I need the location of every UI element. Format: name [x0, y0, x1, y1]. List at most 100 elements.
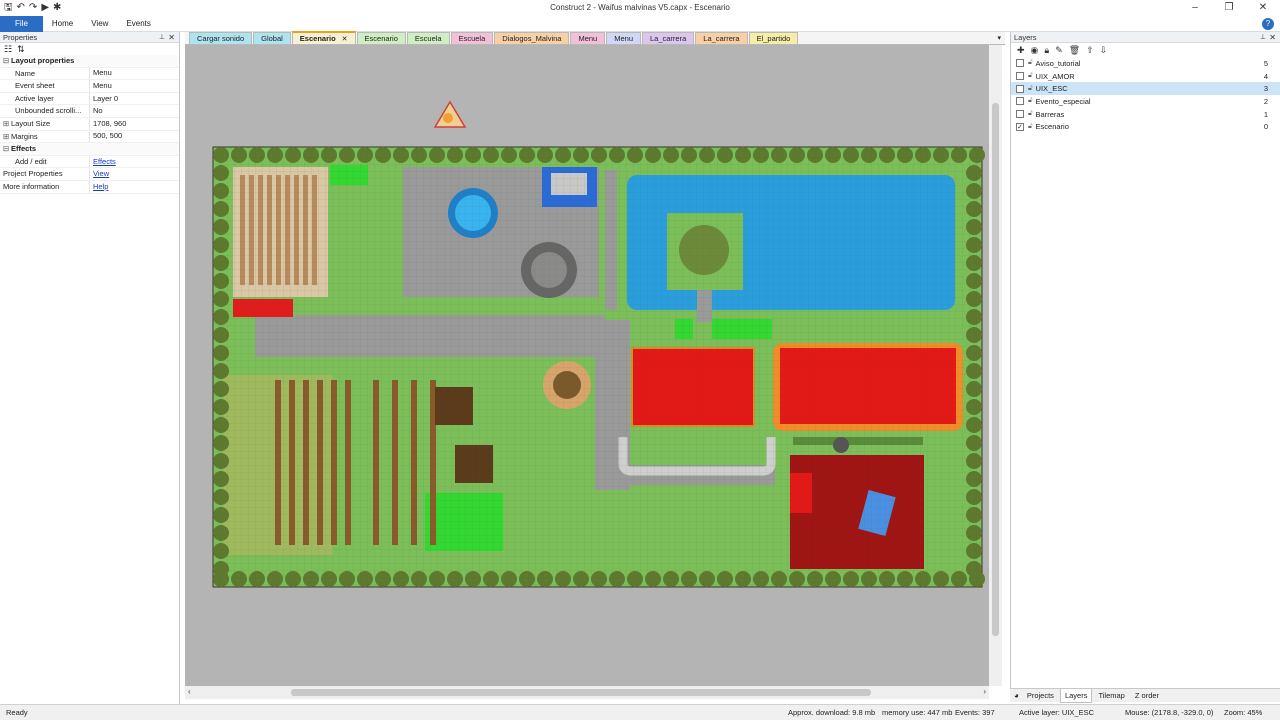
tab-close-icon[interactable]: ✕ — [342, 36, 348, 43]
property-value: 1708, 960 — [93, 118, 127, 128]
undo-icon[interactable]: ↶ — [17, 2, 25, 14]
layer-row[interactable]: 🔓︎ Evento_especial 2 — [1011, 95, 1280, 108]
layer-lock-icon[interactable]: 🔓︎ — [1028, 85, 1033, 93]
layer-visibility-checkbox[interactable] — [1016, 84, 1024, 93]
layer-visibility-checkbox[interactable] — [1016, 110, 1024, 119]
minimize-icon[interactable]: – — [1178, 0, 1212, 16]
property-row[interactable]: Active layer Layer 0 — [0, 92, 179, 106]
layout-tab[interactable]: El_partido — [748, 32, 799, 44]
expand-icon[interactable]: ⊞ — [3, 118, 11, 130]
lock-icon[interactable]: 🔒︎ — [1044, 45, 1049, 56]
property-row[interactable]: Name Menu — [0, 67, 179, 81]
layout-tab[interactable]: Global — [253, 32, 291, 44]
tab-list-dropdown-icon[interactable]: ▾ — [997, 34, 1001, 42]
layer-row[interactable]: ✓ 🔓︎ Escenario 0 — [1011, 120, 1280, 133]
property-key: More information — [3, 181, 60, 191]
layout-tab[interactable]: Dialogos_Malvina — [494, 32, 570, 44]
layout-tab[interactable]: Escuela — [450, 32, 494, 44]
sort-alpha-icon[interactable]: ⇅ — [17, 44, 25, 55]
layer-lock-icon[interactable]: 🔓︎ — [1028, 59, 1033, 67]
layer-row[interactable]: 🔓︎ UIX_ESC 3 — [1011, 82, 1280, 96]
ribbon-tab-events[interactable]: Events — [117, 16, 159, 32]
panel-tab[interactable]: Z order — [1131, 689, 1163, 702]
property-row[interactable]: ⊞ Margins 500, 500 — [0, 130, 179, 144]
layer-row[interactable]: 🔓︎ UIX_AMOR 4 — [1011, 70, 1280, 83]
layer-lock-icon[interactable]: 🔓︎ — [1028, 97, 1033, 105]
property-row[interactable]: Event sheet Menu — [0, 80, 179, 93]
layout-tab[interactable]: Escuela — [406, 32, 450, 44]
flower-sprite — [443, 113, 453, 123]
property-row[interactable]: ⊞ Layout Size 1708, 960 — [0, 117, 179, 131]
panel-tab[interactable]: Layers — [1059, 688, 1093, 703]
ribbon-tab-view[interactable]: View — [82, 16, 117, 32]
property-row[interactable]: Project Properties View — [0, 168, 179, 181]
vertical-scrollbar[interactable] — [989, 45, 1002, 686]
layer-lock-icon[interactable]: 🔓︎ — [1028, 110, 1033, 118]
delete-icon[interactable]: 🗑︎ — [1069, 45, 1080, 56]
property-value: Menu — [93, 68, 112, 78]
layer-row[interactable]: 🔓︎ Aviso_tutorial 5 — [1011, 57, 1280, 70]
ribbon-tab-file[interactable]: File — [0, 15, 43, 32]
close-icon[interactable]: ✕ — [1246, 0, 1280, 16]
collapse-icon[interactable]: ⊟ — [3, 143, 11, 155]
layer-row[interactable]: 🔓︎ Barreras 1 — [1011, 108, 1280, 121]
layer-index: 0 — [1263, 122, 1268, 132]
ribbon-tab-home[interactable]: Home — [43, 16, 82, 32]
debug-icon[interactable]: ✱ — [53, 2, 61, 14]
layer-visibility-checkbox[interactable] — [1016, 72, 1024, 81]
property-row[interactable]: Unbounded scrolli... No — [0, 105, 179, 118]
pin-icon[interactable]: ⊥ — [1260, 32, 1266, 43]
layout-canvas[interactable] — [185, 45, 1002, 686]
property-row[interactable]: More information Help — [0, 180, 179, 194]
collapse-icon[interactable]: ⊟ — [3, 55, 11, 67]
visibility-eye-icon[interactable]: ◉ — [1031, 45, 1039, 56]
horizontal-scroll-thumb[interactable] — [291, 689, 871, 696]
edit-pencil-icon[interactable]: ✎ — [1055, 45, 1063, 56]
horizontal-scrollbar[interactable]: ‹ › — [185, 686, 989, 699]
layers-header: Layers ⊥ ✕ — [1011, 32, 1280, 43]
ribbon: File Home View Events ? — [0, 15, 1280, 32]
expand-icon[interactable]: ⊞ — [3, 131, 11, 143]
layer-visibility-checkbox[interactable]: ✓ — [1016, 122, 1024, 131]
layer-list: 🔓︎ Aviso_tutorial 5 🔓︎ UIX_AMOR 4 🔓︎ UIX_ESC 3 🔓︎… — [1011, 57, 1280, 133]
pin-icon[interactable]: ⊥ — [159, 32, 165, 43]
layer-lock-icon[interactable]: 🔓︎ — [1028, 72, 1033, 80]
layout-tab[interactable]: La_carrera — [642, 32, 695, 44]
panel-tab[interactable]: Projects — [1023, 689, 1058, 702]
property-key: Name — [15, 68, 36, 78]
move-down-icon[interactable]: ⇩ — [1100, 45, 1108, 56]
layout-tab[interactable]: Escenario ✕ — [291, 31, 356, 44]
save-icon[interactable]: 🖫 — [4, 2, 13, 14]
layer-visibility-checkbox[interactable] — [1016, 97, 1024, 106]
help-icon[interactable]: ? — [1262, 18, 1274, 30]
property-key: Active layer — [15, 93, 54, 103]
add-layer-icon[interactable]: ✚ — [1017, 45, 1025, 56]
layout-tab[interactable]: La_carrera — [695, 32, 748, 44]
run-layout-icon[interactable]: ▶ — [41, 2, 49, 14]
categorized-icon[interactable]: ☷ — [4, 44, 12, 55]
layout-tab[interactable]: Menu — [570, 32, 606, 44]
property-value[interactable]: Help — [90, 181, 108, 193]
layout-tab[interactable]: Escenario — [356, 32, 406, 44]
layer-lock-icon[interactable]: 🔓︎ — [1028, 123, 1033, 131]
layout-tab[interactable]: Menu — [606, 32, 641, 44]
property-value[interactable]: Effects — [90, 156, 116, 168]
property-row[interactable]: Add / edit Effects — [0, 155, 179, 169]
layer-name: Barreras — [1035, 109, 1065, 119]
close-panel-icon[interactable]: ✕ — [168, 32, 175, 43]
layer-visibility-checkbox[interactable] — [1016, 59, 1024, 68]
layout-tab[interactable]: Cargar sonido — [189, 32, 253, 44]
property-category[interactable]: ⊟ Layout properties — [0, 55, 179, 68]
panel-tab[interactable]: Tilemap — [1094, 689, 1128, 702]
property-value[interactable]: View — [90, 168, 109, 180]
properties-title: Properties — [3, 33, 38, 42]
scroll-right-icon[interactable]: › — [983, 687, 986, 696]
close-panel-icon[interactable]: ✕ — [1269, 32, 1276, 43]
vertical-scroll-thumb[interactable] — [992, 103, 999, 636]
move-up-icon[interactable]: ⇧ — [1086, 45, 1094, 56]
restore-icon[interactable]: ❐ — [1212, 0, 1246, 16]
property-category[interactable]: ⊟ Effects — [0, 143, 179, 156]
redo-icon[interactable]: ↷ — [29, 2, 37, 14]
title-bar: 🖫 ↶ ↷ ▶ ✱ Construct 2 - Waifus malvinas … — [0, 0, 1280, 16]
scroll-left-icon[interactable]: ‹ — [188, 687, 191, 696]
